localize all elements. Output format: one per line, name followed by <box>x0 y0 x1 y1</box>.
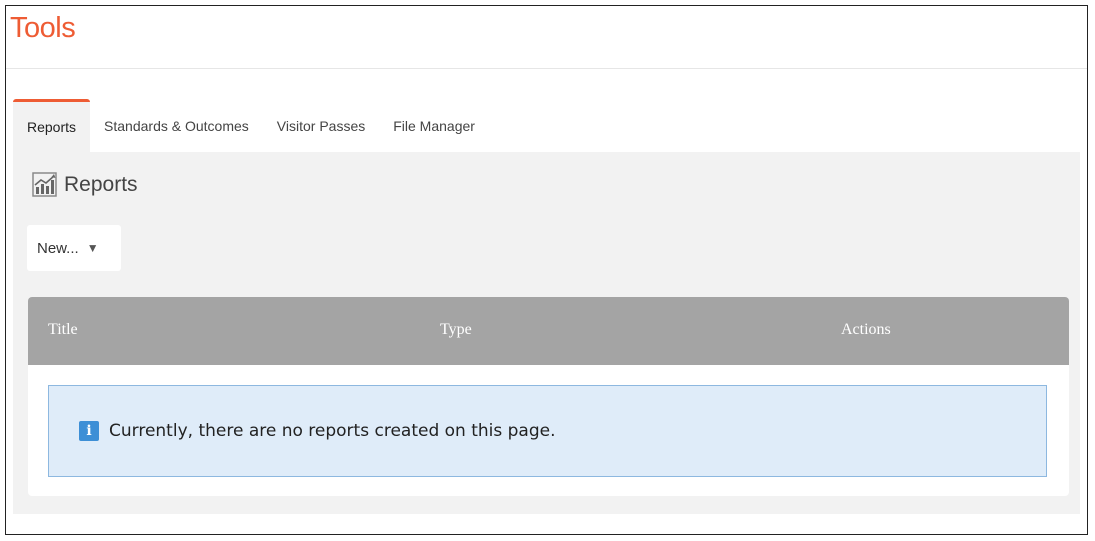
table-header: Title Type Actions <box>28 297 1069 365</box>
tab-visitor-passes[interactable]: Visitor Passes <box>263 99 379 152</box>
chart-icon <box>32 172 57 197</box>
tab-reports[interactable]: Reports <box>13 99 91 152</box>
caret-down-icon: ▼ <box>86 241 99 255</box>
page-title: Tools <box>10 12 76 44</box>
column-header-actions: Actions <box>841 321 891 338</box>
tab-file-manager[interactable]: File Manager <box>379 99 489 152</box>
tab-standards-outcomes[interactable]: Standards & Outcomes <box>90 99 263 152</box>
section-heading: Reports <box>32 172 138 197</box>
new-dropdown-label: New... <box>37 239 79 257</box>
reports-panel: Reports New... ▼ Title Type Actions i Cu… <box>13 152 1080 514</box>
column-header-title: Title <box>48 321 78 338</box>
tab-bar: Reports Standards & Outcomes Visitor Pas… <box>13 99 489 152</box>
reports-table: Title Type Actions i Currently, there ar… <box>28 297 1069 496</box>
title-divider <box>6 68 1087 69</box>
empty-state-message: Currently, there are no reports created … <box>109 421 556 441</box>
new-report-dropdown[interactable]: New... ▼ <box>27 225 121 271</box>
column-header-type: Type <box>440 321 472 338</box>
empty-state-alert: i Currently, there are no reports create… <box>48 385 1047 477</box>
app-frame: Tools Reports Standards & Outcomes Visit… <box>5 5 1088 535</box>
section-title: Reports <box>64 172 138 196</box>
info-icon: i <box>79 421 99 441</box>
